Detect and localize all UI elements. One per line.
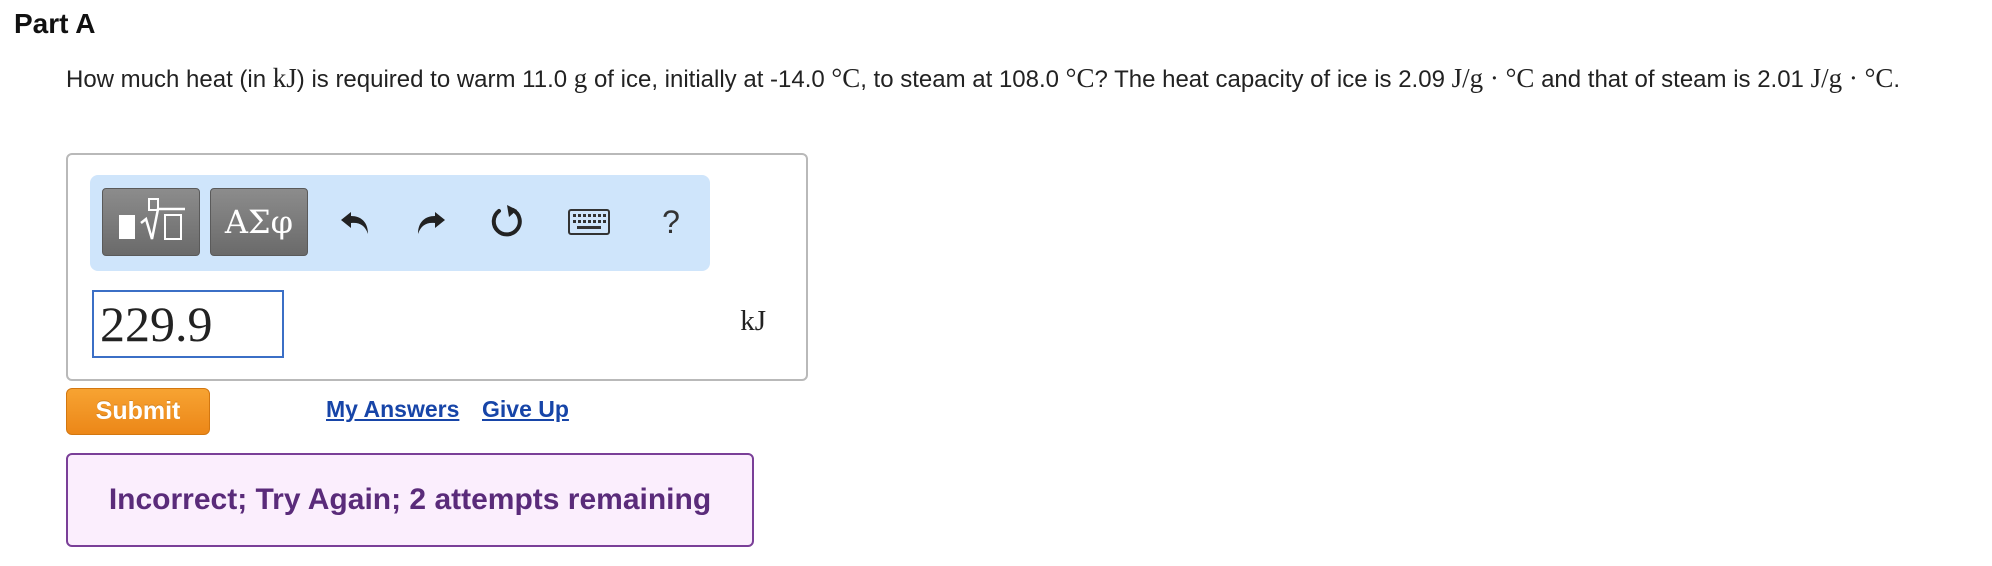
question-text: How much heat (in kJ) is required to war… — [66, 62, 1976, 96]
answer-box: ΑΣφ ? 229.9 kJ — [66, 153, 808, 381]
give-up-link[interactable]: Give Up — [482, 396, 569, 423]
undo-icon[interactable] — [330, 197, 380, 247]
question-math-unit: g — [573, 63, 588, 93]
redo-icon[interactable] — [406, 197, 456, 247]
question-math-unit: J/g · °C — [1451, 63, 1535, 93]
answer-input[interactable] — [92, 290, 284, 358]
greek-symbols-button[interactable]: ΑΣφ — [210, 188, 308, 256]
feedback-text: Incorrect; Try Again; 2 attempts remaini… — [108, 483, 712, 516]
question-text-segment: . — [1893, 66, 1901, 93]
question-math-unit: kJ — [272, 63, 297, 93]
submit-button[interactable]: Submit — [66, 388, 210, 435]
question-math-unit: J/g · °C — [1810, 63, 1894, 93]
my-answers-link[interactable]: My Answers — [326, 396, 459, 423]
answer-unit: kJ — [740, 305, 766, 337]
question-math-unit: °C — [831, 63, 861, 93]
question-text-segment: , to steam at 108.0 — [860, 66, 1066, 93]
templates-icon — [113, 195, 189, 250]
question-text-segment: of ice, initially at -14.0 — [587, 66, 832, 93]
question-text-segment: and that of steam is 2.01 — [1534, 66, 1811, 93]
feedback-message: Incorrect; Try Again; 2 attempts remaini… — [66, 453, 754, 547]
part-title: Part A — [14, 8, 96, 39]
question-text-segment: How much heat (in — [66, 66, 273, 93]
math-toolbar: ΑΣφ ? — [90, 175, 710, 271]
help-button[interactable]: ? — [646, 197, 696, 247]
question-text-segment: ? The heat capacity of ice is 2.09 — [1094, 66, 1452, 93]
templates-button[interactable] — [102, 188, 200, 256]
question-text-segment: ) is required to warm 11.0 — [296, 66, 574, 93]
keyboard-icon[interactable] — [564, 197, 614, 247]
question-math-unit: °C — [1065, 63, 1095, 93]
reset-icon[interactable] — [482, 197, 532, 247]
